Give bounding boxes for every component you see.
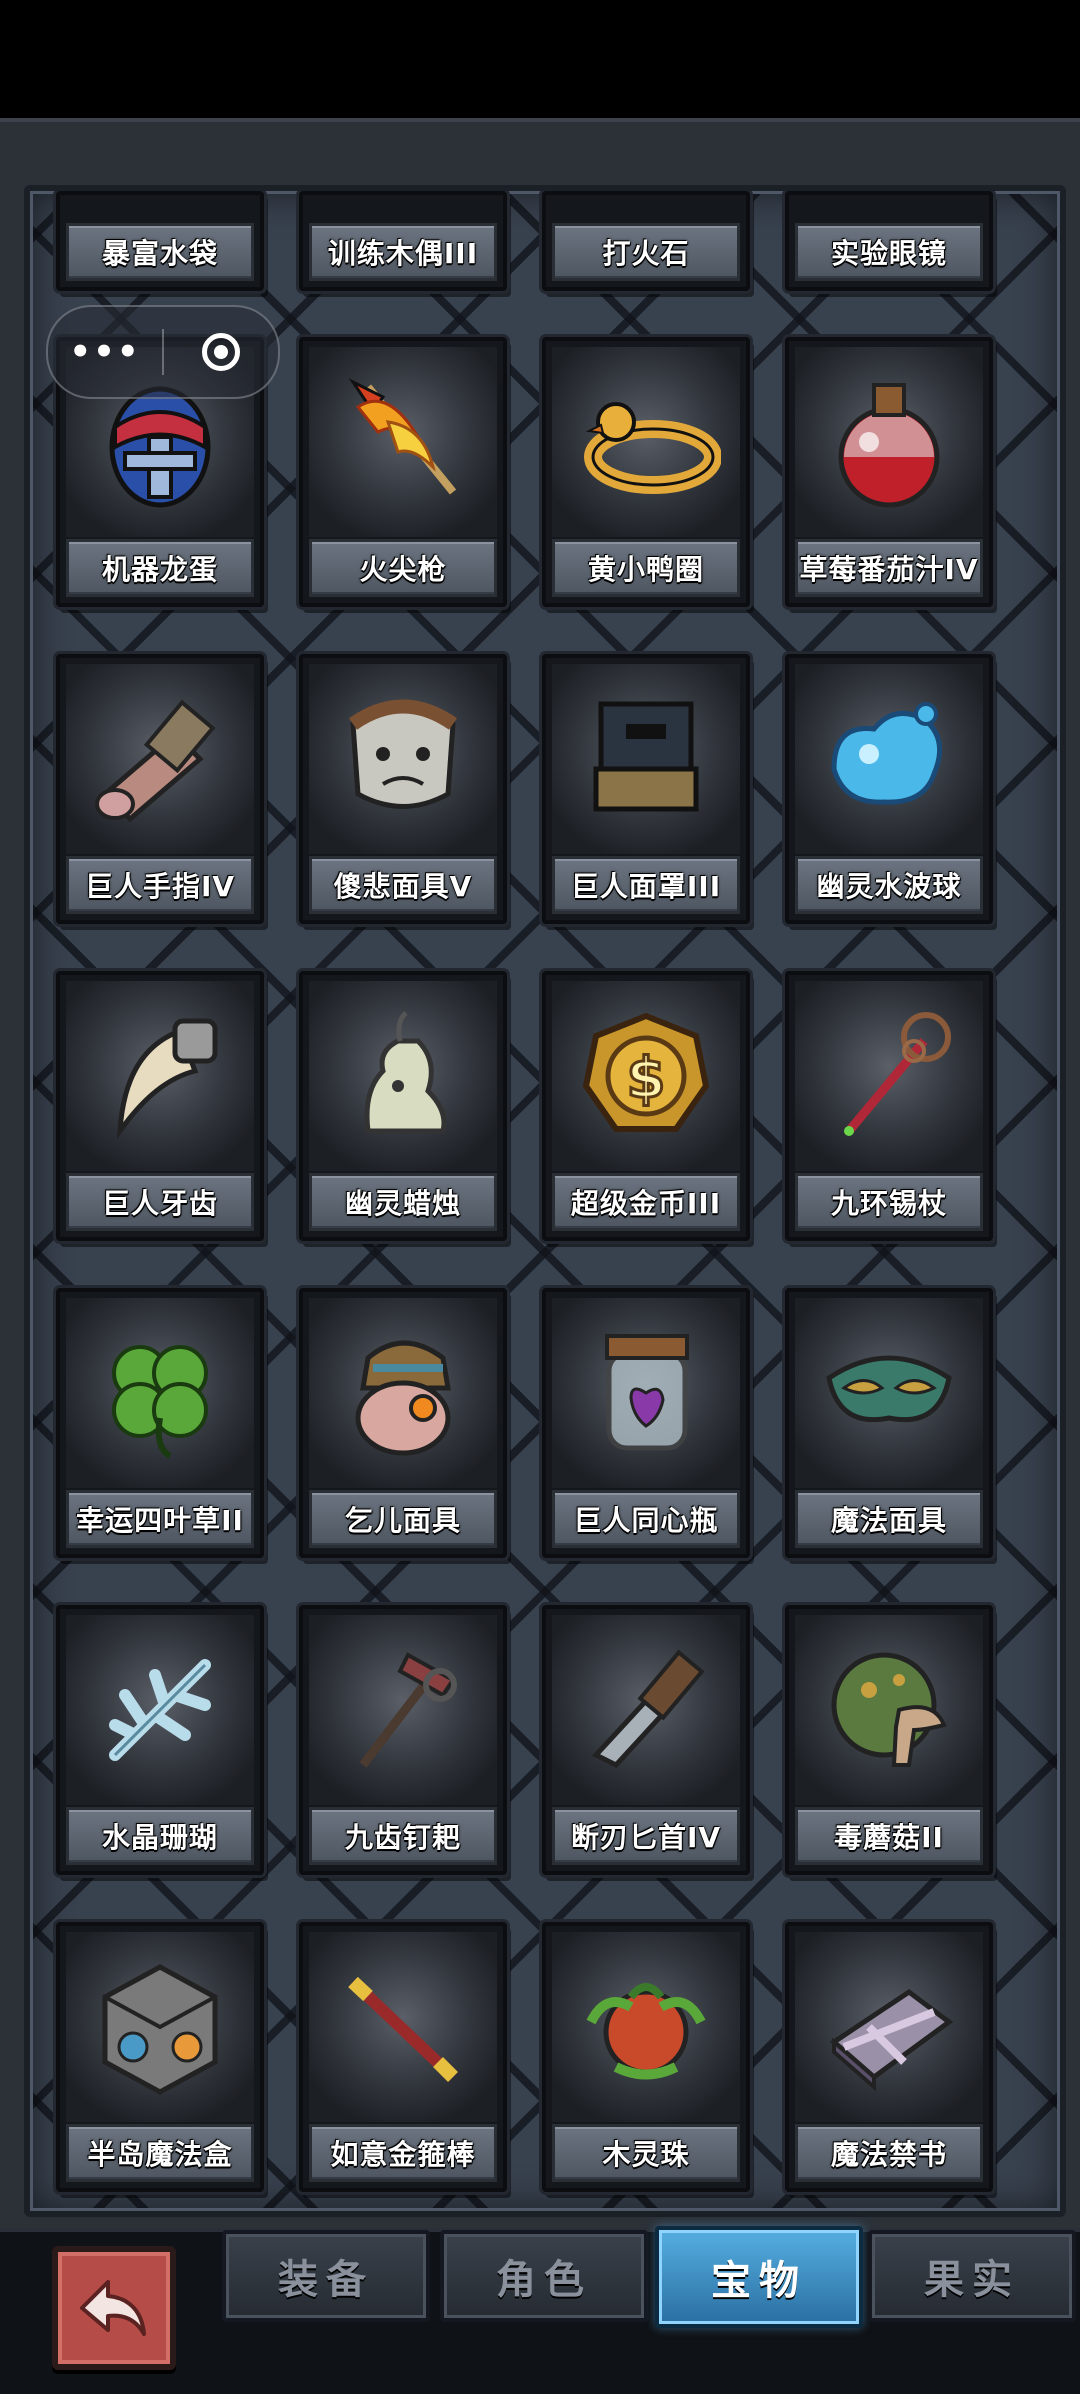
crystal-coral-icon <box>66 1615 254 1805</box>
treasure-card[interactable]: 幽灵水波球 <box>785 654 993 924</box>
treasure-name: 魔法禁书 <box>795 2124 983 2182</box>
treasure-name: 训练木偶III <box>309 223 497 281</box>
treasure-card[interactable]: 巨人同心瓶 <box>542 1288 750 1558</box>
giant-visor-icon <box>552 664 740 854</box>
treasure-card[interactable]: $ 超级金币III <box>542 971 750 1241</box>
treasure-name: 机器龙蛋 <box>66 539 254 597</box>
treasure-name: 幽灵蜡烛 <box>309 1173 497 1231</box>
treasure-card[interactable]: 如意金箍棒 <box>299 1922 507 2192</box>
treasure-card[interactable]: 木灵珠 <box>542 1922 750 2192</box>
treasure-card[interactable]: 草莓番茄汁IV <box>785 337 993 607</box>
fire-spear-icon <box>309 347 497 537</box>
treasure-name: 水晶珊瑚 <box>66 1807 254 1865</box>
treasure-card[interactable]: 幸运四叶草II <box>56 1288 264 1558</box>
beggar-mask-icon <box>309 1298 497 1488</box>
treasure-card[interactable]: 魔法禁书 <box>785 1922 993 2192</box>
mini-program-capsule: ••• <box>46 305 280 399</box>
treasure-name: 如意金箍棒 <box>309 2124 497 2182</box>
red-potion-icon <box>795 347 983 537</box>
treasure-name: 黄小鸭圈 <box>552 539 740 597</box>
tab-treasure[interactable]: 宝物 <box>655 2226 863 2328</box>
back-button[interactable] <box>52 2246 176 2370</box>
poison-mushroom-icon <box>795 1615 983 1805</box>
treasure-name: 幽灵水波球 <box>795 856 983 914</box>
treasure-card[interactable]: 九环锡杖 <box>785 971 993 1241</box>
treasure-card[interactable]: 巨人面罩III <box>542 654 750 924</box>
ring-staff-icon <box>795 981 983 1171</box>
treasure-name: 巨人面罩III <box>552 856 740 914</box>
treasure-card[interactable]: 打火石 <box>542 191 750 291</box>
water-blob-icon <box>795 664 983 854</box>
magic-mask-icon <box>795 1298 983 1488</box>
forbidden-book-icon <box>795 1932 983 2122</box>
treasure-name: 断刃匕首IV <box>552 1807 740 1865</box>
rake-icon <box>309 1615 497 1805</box>
status-bar <box>0 0 1080 118</box>
treasure-name: 幸运四叶草II <box>66 1490 254 1548</box>
treasure-card[interactable]: 火尖枪 <box>299 337 507 607</box>
treasure-name: 傻悲面具V <box>309 856 497 914</box>
treasure-name: 暴富水袋 <box>66 223 254 281</box>
svg-text:$: $ <box>627 1046 666 1111</box>
treasure-card[interactable]: 乞儿面具 <box>299 1288 507 1558</box>
treasure-grid-panel[interactable]: 暴富水袋 训练木偶III 打火石 实验眼镜机器龙蛋 火尖枪 黄小鸭圈 草莓番茄汁IV 巨人手指… <box>24 185 1066 2217</box>
treasure-card[interactable]: 巨人牙齿 <box>56 971 264 1241</box>
golden-staff-icon <box>309 1932 497 2122</box>
treasure-card[interactable]: 训练木偶III <box>299 191 507 291</box>
treasure-name: 火尖枪 <box>309 539 497 597</box>
magic-cube-icon <box>66 1932 254 2122</box>
wood-orb-icon <box>552 1932 740 2122</box>
sad-mask-icon <box>309 664 497 854</box>
treasure-card[interactable]: 毒蘑菇II <box>785 1605 993 1875</box>
treasure-name: 乞儿面具 <box>309 1490 497 1548</box>
treasure-card[interactable]: 魔法面具 <box>785 1288 993 1558</box>
treasure-name: 九齿钉耙 <box>309 1807 497 1865</box>
tab-equipment[interactable]: 装备 <box>222 2230 430 2322</box>
treasure-name: 巨人牙齿 <box>66 1173 254 1231</box>
more-dots-icon[interactable]: ••• <box>48 307 162 397</box>
duck-float-icon <box>552 347 740 537</box>
treasure-name: 半岛魔法盒 <box>66 2124 254 2182</box>
treasure-card[interactable]: 九齿钉耙 <box>299 1605 507 1875</box>
treasure-card[interactable]: 断刃匕首IV <box>542 1605 750 1875</box>
treasure-name: 超级金币III <box>552 1173 740 1231</box>
treasure-name: 魔法面具 <box>795 1490 983 1548</box>
treasure-name: 毒蘑菇II <box>795 1807 983 1865</box>
target-circle-icon <box>202 333 240 371</box>
close-button[interactable] <box>164 333 278 371</box>
treasure-card[interactable]: 巨人手指IV <box>56 654 264 924</box>
treasure-card[interactable]: 暴富水袋 <box>56 191 264 291</box>
giant-tooth-icon <box>66 981 254 1171</box>
back-arrow-icon <box>80 2280 146 2336</box>
gold-coin-icon: $ <box>552 981 740 1171</box>
treasure-name: 草莓番茄汁IV <box>795 539 983 597</box>
treasure-name: 实验眼镜 <box>795 223 983 281</box>
treasure-card[interactable]: 幽灵蜡烛 <box>299 971 507 1241</box>
treasure-card[interactable]: 实验眼镜 <box>785 191 993 291</box>
tab-character[interactable]: 角色 <box>440 2230 648 2322</box>
broken-dagger-icon <box>552 1615 740 1805</box>
treasure-card[interactable]: 黄小鸭圈 <box>542 337 750 607</box>
tab-fruit[interactable]: 果实 <box>868 2230 1076 2322</box>
treasure-card[interactable]: 傻悲面具V <box>299 654 507 924</box>
treasure-name: 巨人同心瓶 <box>552 1490 740 1548</box>
treasure-name: 九环锡杖 <box>795 1173 983 1231</box>
treasure-name: 巨人手指IV <box>66 856 254 914</box>
giant-finger-icon <box>66 664 254 854</box>
treasure-name: 木灵珠 <box>552 2124 740 2182</box>
ghost-candle-icon <box>309 981 497 1171</box>
heart-jar-icon <box>552 1298 740 1488</box>
four-leaf-clover-icon <box>66 1298 254 1488</box>
treasure-card[interactable]: 水晶珊瑚 <box>56 1605 264 1875</box>
treasure-name: 打火石 <box>552 223 740 281</box>
treasure-card[interactable]: 半岛魔法盒 <box>56 1922 264 2192</box>
